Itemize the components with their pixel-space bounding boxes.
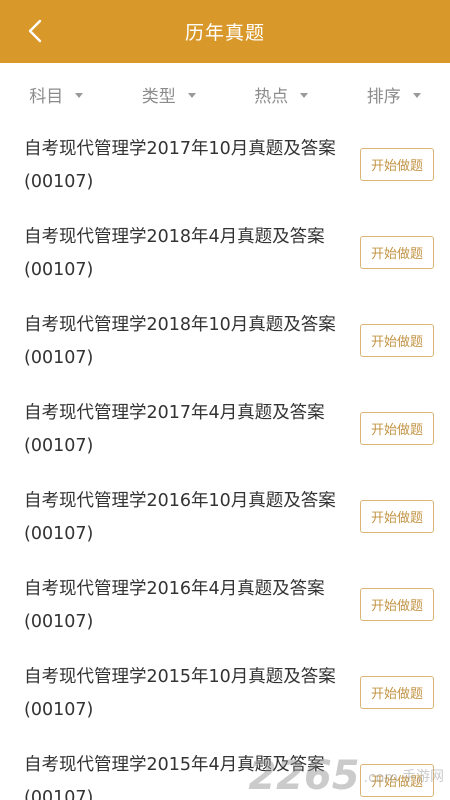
exam-list: 自考现代管理学2017年10月真题及答案(00107) 开始做题 自考现代管理学…: [0, 125, 450, 800]
filter-label: 科目: [29, 86, 64, 107]
start-exam-button[interactable]: 开始做题: [360, 676, 434, 709]
start-exam-button[interactable]: 开始做题: [360, 236, 434, 269]
page-title: 历年真题: [184, 22, 265, 44]
caret-down-icon: [187, 92, 196, 98]
exam-title: 自考现代管理学2018年4月真题及答案(00107): [24, 227, 325, 280]
list-item[interactable]: 自考现代管理学2016年10月真题及答案(00107) 开始做题: [0, 477, 450, 565]
start-exam-button[interactable]: 开始做题: [360, 588, 434, 621]
exam-title: 自考现代管理学2017年10月真题及答案(00107): [24, 139, 336, 192]
exam-title: 自考现代管理学2015年10月真题及答案(00107): [24, 667, 336, 720]
start-exam-button[interactable]: 开始做题: [360, 324, 434, 357]
start-exam-button[interactable]: 开始做题: [360, 500, 434, 533]
filter-subject[interactable]: 科目: [0, 82, 113, 107]
list-item[interactable]: 自考现代管理学2018年4月真题及答案(00107) 开始做题: [0, 213, 450, 301]
list-item[interactable]: 自考现代管理学2017年10月真题及答案(00107) 开始做题: [0, 125, 450, 213]
exam-title: 自考现代管理学2016年10月真题及答案(00107): [24, 491, 336, 544]
caret-down-icon: [300, 92, 309, 98]
exam-title: 自考现代管理学2018年10月真题及答案(00107): [24, 315, 336, 368]
caret-down-icon: [75, 92, 84, 98]
filter-label: 类型: [141, 86, 176, 107]
start-exam-button[interactable]: 开始做题: [360, 412, 434, 445]
filter-sort[interactable]: 排序: [338, 82, 450, 107]
caret-down-icon: [412, 92, 421, 98]
exam-title: 自考现代管理学2016年4月真题及答案(00107): [24, 579, 325, 632]
list-item[interactable]: 自考现代管理学2015年10月真题及答案(00107) 开始做题: [0, 653, 450, 741]
start-exam-button[interactable]: 开始做题: [360, 148, 434, 181]
exam-title: 自考现代管理学2015年4月真题及答案(00107): [24, 755, 325, 800]
list-item[interactable]: 自考现代管理学2015年4月真题及答案(00107) 开始做题: [0, 741, 450, 800]
filter-hot[interactable]: 热点: [225, 82, 338, 107]
filter-label: 排序: [366, 86, 401, 107]
filter-bar: 科目 类型 热点 排序: [0, 63, 450, 125]
chevron-left-icon: [28, 19, 42, 43]
list-item[interactable]: 自考现代管理学2017年4月真题及答案(00107) 开始做题: [0, 389, 450, 477]
filter-type[interactable]: 类型: [113, 82, 226, 107]
list-item[interactable]: 自考现代管理学2018年10月真题及答案(00107) 开始做题: [0, 301, 450, 389]
list-item[interactable]: 自考现代管理学2016年4月真题及答案(00107) 开始做题: [0, 565, 450, 653]
app-header: 历年真题: [0, 0, 450, 63]
exam-title: 自考现代管理学2017年4月真题及答案(00107): [24, 403, 325, 456]
start-exam-button[interactable]: 开始做题: [360, 764, 434, 797]
back-button[interactable]: [20, 16, 50, 46]
filter-label: 热点: [254, 86, 289, 107]
